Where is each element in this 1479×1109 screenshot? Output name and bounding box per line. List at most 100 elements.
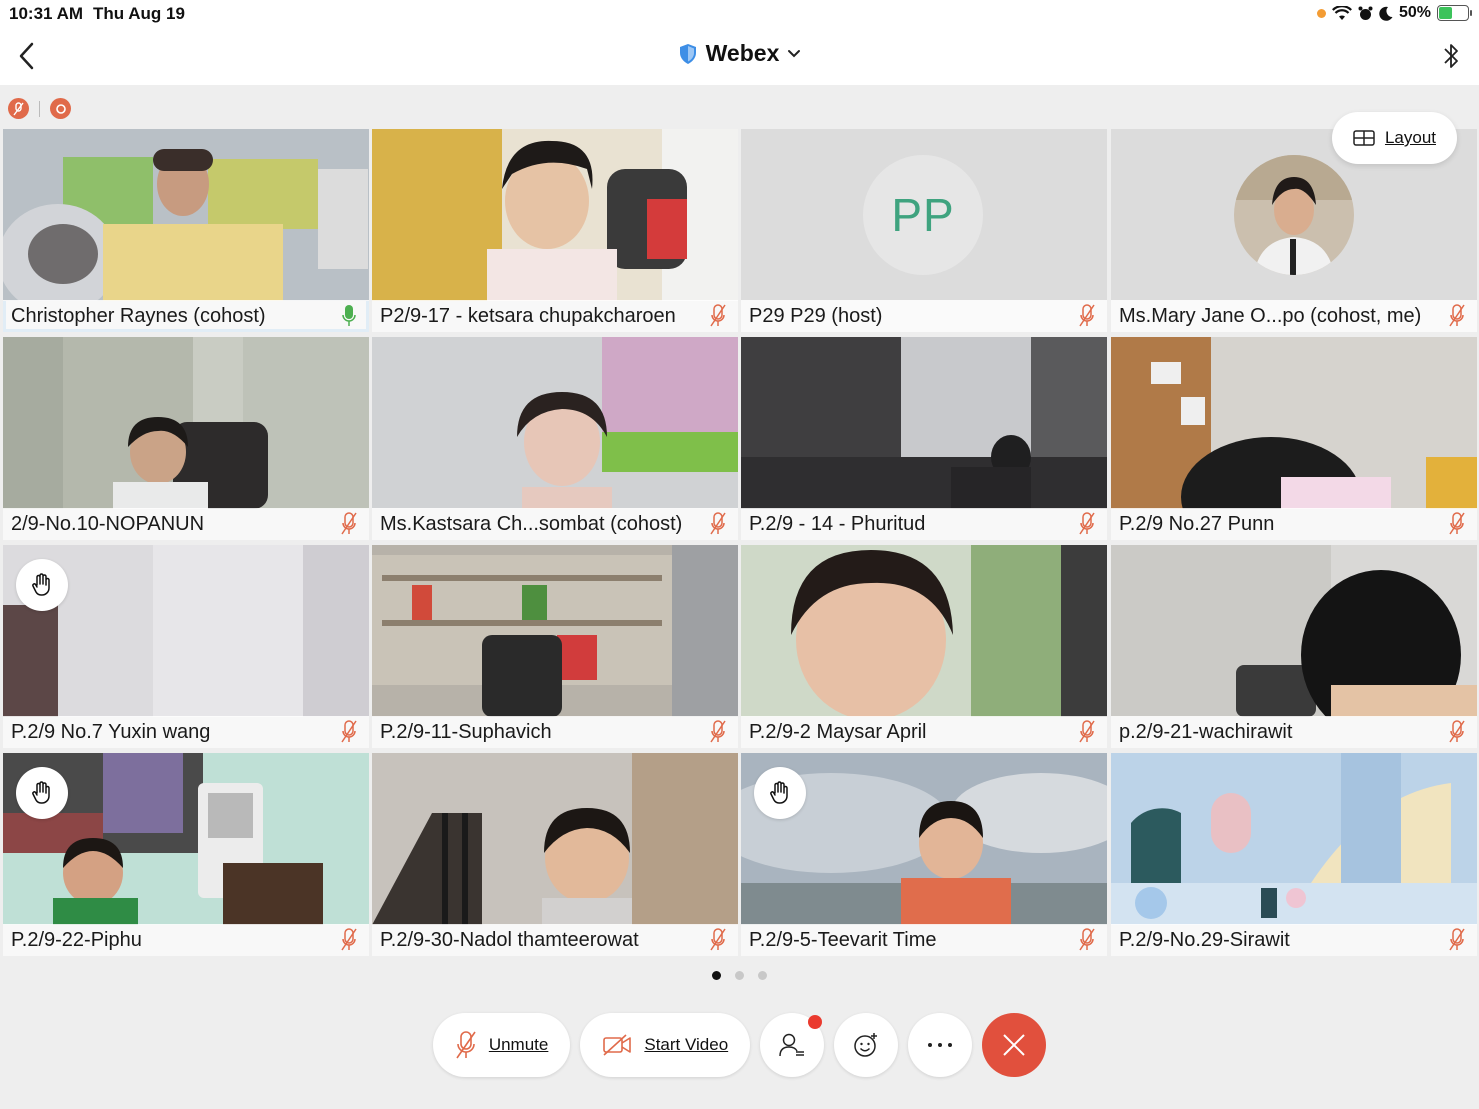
app-title: Webex [705, 40, 780, 66]
start-video-button[interactable]: Start Video [580, 1013, 751, 1077]
moon-icon [1379, 6, 1393, 21]
video-tile[interactable]: Christopher Raynes (cohost) [3, 129, 369, 332]
tile-label-bar: P.2/9 No.27 Punn [1111, 508, 1477, 540]
page-dot[interactable] [712, 971, 721, 980]
tile-label-bar: Ms.Mary Jane O...po (cohost, me) [1111, 300, 1477, 332]
meeting-indicators [8, 98, 71, 119]
video-feed [1111, 753, 1477, 925]
mic-muted-icon [341, 512, 357, 535]
video-tile[interactable]: Ms.Kastsara Ch...sombat (cohost) [372, 337, 738, 540]
video-feed: PP [741, 129, 1107, 301]
tile-label-bar: P.2/9-22-Piphu [3, 924, 369, 956]
mic-muted-icon [1079, 304, 1095, 327]
reactions-button[interactable] [834, 1013, 899, 1077]
raise-hand-badge [16, 767, 68, 819]
video-tile[interactable]: P.2/9-30-Nadol thamteerowat [372, 753, 738, 956]
participant-name: 2/9-No.10-NOPANUN [11, 513, 205, 535]
video-off-icon [603, 1034, 632, 1056]
participant-name: P.2/9-5-Teevarit Time [749, 929, 937, 951]
video-tile[interactable]: P.2/9-2 Maysar April [741, 545, 1107, 748]
tile-label-bar: 2/9-No.10-NOPANUN [3, 508, 369, 540]
mic-muted-icon [710, 928, 726, 951]
page-indicator[interactable] [0, 971, 1479, 980]
mic-muted-icon [456, 1031, 476, 1059]
tile-label-bar: P.2/9-30-Nadol thamteerowat [372, 924, 738, 956]
video-tile[interactable]: PP P29 P29 (host) [741, 129, 1107, 332]
mic-muted-icon [1449, 720, 1465, 743]
video-feed [372, 753, 738, 925]
muted-indicator-icon [8, 98, 29, 119]
video-feed [3, 337, 369, 509]
mic-muted-icon [710, 304, 726, 327]
participant-name: P.2/9-No.29-Sirawit [1119, 929, 1290, 951]
video-feed [741, 337, 1107, 509]
video-tile[interactable]: P.2/9-22-Piphu [3, 753, 369, 956]
video-tile[interactable]: P.2/9 No.7 Yuxin wang [3, 545, 369, 748]
video-feed [741, 545, 1107, 717]
more-button[interactable] [908, 1013, 973, 1077]
status-indicators: 50% [1316, 4, 1472, 22]
more-icon [928, 1043, 953, 1047]
raise-hand-badge [16, 559, 68, 611]
video-tile[interactable]: P.2/9 - 14 - Phuritud [741, 337, 1107, 540]
raise-hand-badge [754, 767, 806, 819]
tile-label-bar: P.2/9-No.29-Sirawit [1111, 924, 1477, 956]
mic-muted-icon [1079, 720, 1095, 743]
video-feed [372, 129, 738, 301]
raised-hand-icon [32, 781, 50, 804]
tile-label-bar: P.2/9 - 14 - Phuritud [741, 508, 1107, 540]
tile-label-bar: Ms.Kastsara Ch...sombat (cohost) [372, 508, 738, 540]
meeting-controls: Unmute Start Video [0, 1013, 1479, 1077]
mic-muted-icon [1449, 928, 1465, 951]
meeting-title[interactable]: Webex [0, 40, 1479, 67]
wifi-icon [1331, 5, 1352, 20]
page-dot[interactable] [758, 971, 767, 980]
battery-icon [1437, 5, 1472, 21]
video-tile[interactable]: P2/9-17 - ketsara chupakcharoen [372, 129, 738, 332]
end-call-button[interactable] [982, 1013, 1047, 1077]
video-feed [3, 129, 369, 301]
tile-label-bar: P.2/9-5-Teevarit Time [741, 924, 1107, 956]
video-tile[interactable]: P.2/9 No.27 Punn [1111, 337, 1477, 540]
video-tile[interactable]: P.2/9-5-Teevarit Time [741, 753, 1107, 956]
indicator-divider [39, 100, 40, 117]
mic-muted-icon [341, 720, 357, 743]
mic-muted-icon [1079, 512, 1095, 535]
participant-name: P.2/9-22-Piphu [11, 929, 142, 951]
unmute-label: Unmute [488, 1035, 549, 1054]
participants-button[interactable] [760, 1013, 825, 1077]
raised-hand-icon [32, 573, 50, 596]
tile-label-bar: P.2/9 No.7 Yuxin wang [3, 716, 369, 748]
video-feed [1111, 545, 1477, 717]
reactions-icon [854, 1033, 878, 1057]
layout-button[interactable]: Layout [1332, 112, 1457, 164]
video-tile[interactable]: P.2/9-No.29-Sirawit [1111, 753, 1477, 956]
bluetooth-icon[interactable] [1441, 40, 1461, 72]
start-video-label: Start Video [644, 1035, 729, 1054]
alarm-icon [1358, 6, 1373, 20]
participant-name: P29 P29 (host) [749, 305, 883, 327]
recording-dot-icon [1316, 8, 1326, 18]
video-tile[interactable]: 2/9-No.10-NOPANUN [3, 337, 369, 540]
participant-name: p.2/9-21-wachirawit [1119, 721, 1293, 743]
tile-label-bar: P2/9-17 - ketsara chupakcharoen [372, 300, 738, 332]
status-time: 10:31 AM [9, 4, 84, 23]
battery-percent: 50% [1398, 4, 1431, 21]
participant-name: P.2/9 No.7 Yuxin wang [11, 721, 211, 743]
video-feed [372, 337, 738, 509]
participant-name: P.2/9 - 14 - Phuritud [749, 513, 926, 535]
mic-muted-icon [1449, 304, 1465, 327]
video-tile[interactable]: P.2/9-11-Suphavich [372, 545, 738, 748]
participant-name: Ms.Kastsara Ch...sombat (cohost) [380, 513, 683, 535]
end-call-icon [1003, 1034, 1025, 1056]
participant-initials: PP [863, 155, 983, 275]
video-feed [1111, 337, 1477, 509]
mic-muted-icon [341, 928, 357, 951]
video-tile[interactable]: p.2/9-21-wachirawit [1111, 545, 1477, 748]
unmute-button[interactable]: Unmute [432, 1013, 571, 1077]
mic-muted-icon [710, 512, 726, 535]
chevron-down-icon [788, 49, 801, 57]
page-dot[interactable] [735, 971, 744, 980]
participant-name: Christopher Raynes (cohost) [11, 305, 266, 327]
mic-muted-icon [1449, 512, 1465, 535]
